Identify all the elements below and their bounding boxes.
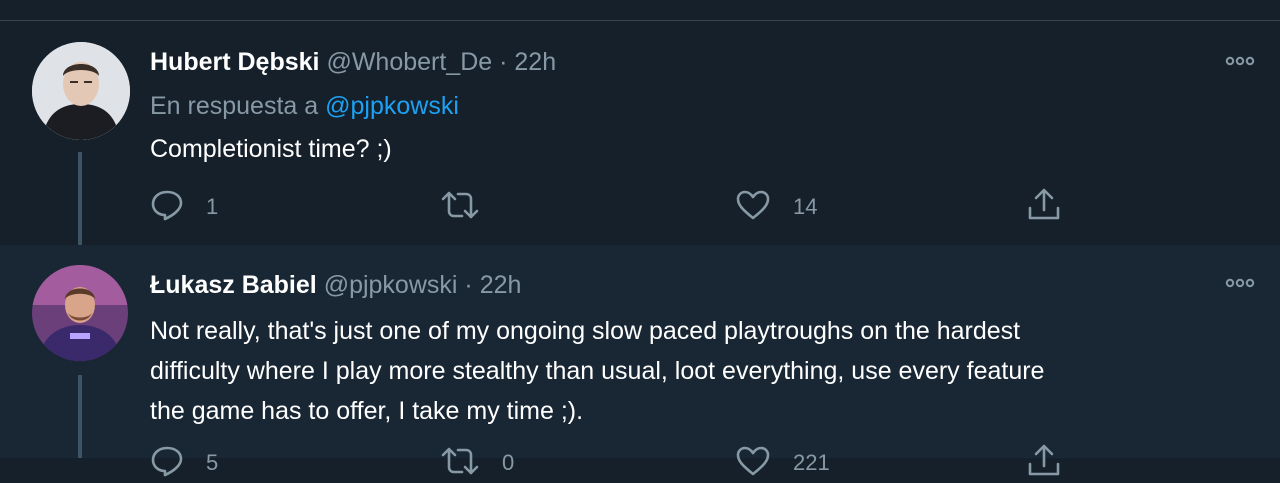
tweet-text-line: difficulty where I play more stealthy th…	[150, 357, 1045, 385]
author-handle[interactable]: @Whobert_De	[326, 48, 492, 76]
tweet-header: Łukasz Babiel @pjpkowski · 22h	[150, 270, 521, 300]
tweet[interactable]: Hubert Dębski @Whobert_De · 22h En respu…	[0, 21, 1280, 245]
reply-icon	[150, 189, 184, 226]
like-icon	[735, 445, 771, 482]
tweet[interactable]: Łukasz Babiel @pjpkowski · 22h Not reall…	[0, 245, 1280, 476]
separator-dot: ·	[499, 48, 508, 76]
reply-icon	[150, 445, 184, 482]
avatar[interactable]	[32, 265, 128, 361]
share-icon	[1026, 444, 1062, 483]
author-name[interactable]: Łukasz Babiel	[150, 271, 317, 299]
retweet-icon	[440, 445, 480, 482]
retweet-button[interactable]: 0	[440, 443, 514, 483]
reply-prefix: En respuesta a	[150, 92, 319, 120]
reply-count: 1	[206, 194, 219, 219]
reply-count: 5	[206, 450, 219, 475]
tweet-actions: 1 14	[150, 187, 1070, 227]
tweet-text: Completionist time? ;)	[150, 135, 392, 163]
timestamp[interactable]: 22h	[480, 271, 522, 299]
share-button[interactable]	[1026, 443, 1062, 483]
reply-button[interactable]: 5	[150, 443, 218, 483]
retweet-icon	[440, 189, 480, 226]
more-icon[interactable]	[1224, 273, 1256, 293]
reply-button[interactable]: 1	[150, 187, 218, 227]
like-count: 14	[793, 194, 818, 219]
like-button[interactable]: 14	[735, 187, 817, 227]
author-name[interactable]: Hubert Dębski	[150, 48, 319, 76]
avatar[interactable]	[32, 42, 130, 140]
thread-line	[78, 375, 82, 458]
reply-mention-link[interactable]: @pjpkowski	[325, 92, 459, 120]
tweet-header: Hubert Dębski @Whobert_De · 22h	[150, 47, 556, 77]
share-button[interactable]	[1026, 187, 1062, 227]
like-button[interactable]: 221	[735, 443, 830, 483]
retweet-count: 0	[502, 450, 515, 475]
tweet-actions: 5 0 221	[150, 443, 1070, 483]
tweet-text: Not really, that's just one of my ongoin…	[150, 311, 1250, 431]
reply-context: En respuesta a @pjpkowski	[150, 91, 459, 121]
share-icon	[1026, 188, 1062, 227]
like-icon	[735, 189, 771, 226]
retweet-button[interactable]	[440, 187, 502, 227]
like-count: 221	[793, 450, 830, 475]
top-divider	[0, 0, 1280, 21]
timestamp[interactable]: 22h	[514, 48, 556, 76]
more-icon[interactable]	[1224, 51, 1256, 71]
thread-line	[78, 152, 82, 245]
author-handle[interactable]: @pjpkowski	[324, 271, 458, 299]
separator-dot: ·	[464, 271, 473, 299]
tweet-text-line: Not really, that's just one of my ongoin…	[150, 317, 1021, 345]
tweet-text-line: the game has to offer, I take my time ;)…	[150, 397, 584, 425]
